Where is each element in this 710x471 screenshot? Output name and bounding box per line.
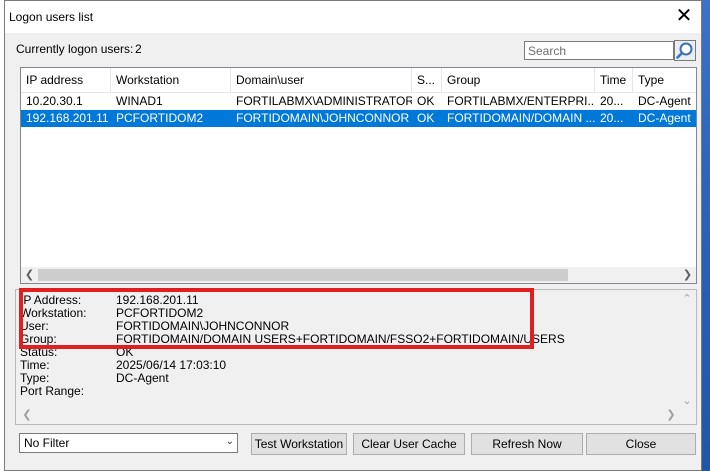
cell-ip: 10.20.30.1 xyxy=(26,94,83,108)
table-row-selected[interactable]: 192.168.201.11 PCFORTIDOM2 FORTIDOMAIN\J… xyxy=(21,110,696,127)
detail-value-type: DC-Agent xyxy=(116,371,169,385)
search-button[interactable] xyxy=(674,40,696,61)
column-header-status[interactable]: S... xyxy=(412,68,442,92)
clear-user-cache-button[interactable]: Clear User Cache xyxy=(353,433,465,455)
scroll-left-icon[interactable]: ❮ xyxy=(21,267,38,283)
cell-workstation: PCFORTIDOM2 xyxy=(116,111,204,125)
column-header-time[interactable]: Time xyxy=(595,68,633,92)
cell-status: OK xyxy=(417,111,435,125)
cell-time: 20... xyxy=(600,111,624,125)
logon-count-value: 2 xyxy=(135,42,142,56)
close-button[interactable]: Close xyxy=(586,433,696,455)
scroll-down-icon[interactable]: ⌄ xyxy=(680,394,694,408)
column-header-domain-user[interactable]: Domain\user xyxy=(231,68,412,92)
search-input[interactable] xyxy=(524,41,674,60)
window-title: Logon users list xyxy=(9,10,94,24)
column-header-workstation[interactable]: Workstation xyxy=(111,68,231,92)
desktop-background-right xyxy=(702,0,710,471)
column-header-group[interactable]: Group xyxy=(442,68,595,92)
logon-count-label: Currently logon users: xyxy=(16,42,134,56)
close-icon[interactable]: ✕ xyxy=(673,5,695,27)
cell-ip: 192.168.201.11 xyxy=(26,111,109,125)
detail-label-port-range: Port Range: xyxy=(20,384,85,398)
table-horizontal-scrollbar[interactable]: ❮ ❯ xyxy=(21,267,696,283)
cell-domain-user: FORTILABMX\ADMINISTRATOR xyxy=(236,94,412,108)
table-header: IP address Workstation Domain\user S... … xyxy=(21,68,696,93)
scroll-up-icon[interactable]: ⌃ xyxy=(680,292,694,306)
cell-status: OK xyxy=(417,94,435,108)
filter-dropdown[interactable]: No Filter ⌄ xyxy=(19,433,238,453)
scrollbar-thumb[interactable] xyxy=(38,269,568,281)
test-workstation-button[interactable]: Test Workstation xyxy=(251,433,347,455)
filter-selected-value: No Filter xyxy=(24,436,70,450)
cell-type: DC-Agent xyxy=(638,111,691,125)
table-row[interactable]: 10.20.30.1 WINAD1 FORTILABMX\ADMINISTRAT… xyxy=(21,93,696,110)
cell-time: 20... xyxy=(600,94,624,108)
scroll-right-icon[interactable]: ❯ xyxy=(679,267,696,283)
detail-value-group: FORTIDOMAIN/DOMAIN USERS+FORTIDOMAIN/FSS… xyxy=(116,332,565,346)
chevron-down-icon: ⌄ xyxy=(225,436,234,447)
cell-group: FORTIDOMAIN/DOMAIN ... xyxy=(447,111,595,125)
column-header-type[interactable]: Type xyxy=(633,68,696,92)
cell-type: DC-Agent xyxy=(638,94,691,108)
scroll-left-icon[interactable]: ❮ xyxy=(20,408,34,422)
refresh-now-button[interactable]: Refresh Now xyxy=(471,433,583,455)
scroll-right-icon[interactable]: ❯ xyxy=(664,408,678,422)
column-header-ip[interactable]: IP address xyxy=(21,68,111,92)
title-bar: Logon users list ✕ xyxy=(5,1,701,33)
cell-domain-user: FORTIDOMAIN\JOHNCONNOR xyxy=(236,111,410,125)
cell-workstation: WINAD1 xyxy=(116,94,163,108)
user-details-panel: IP Address: 192.168.201.11 Workstation: … xyxy=(15,289,697,425)
search-icon xyxy=(676,42,693,59)
logon-users-table[interactable]: IP address Workstation Domain\user S... … xyxy=(20,67,697,284)
logon-users-dialog: Logon users list ✕ Currently logon users… xyxy=(4,0,702,471)
cell-group: FORTILABMX/ENTERPRI... xyxy=(447,94,595,108)
